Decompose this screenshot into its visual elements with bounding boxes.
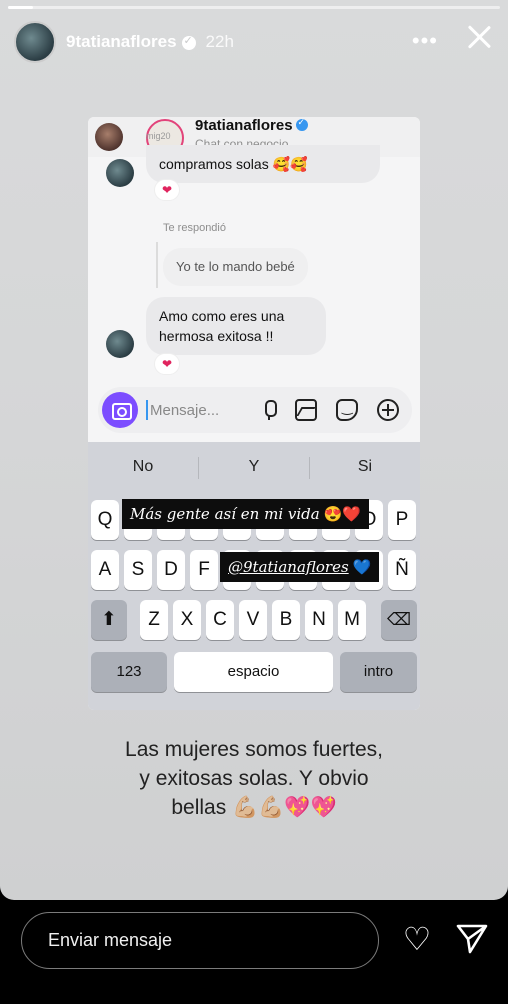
microphone-icon[interactable] bbox=[258, 399, 280, 421]
suggestion-y[interactable]: Y bbox=[199, 442, 309, 492]
caption-line: bellas 💪🏼💪🏼💖💖 bbox=[171, 796, 337, 819]
reply-bubble: Yo te lo mando bebé bbox=[163, 248, 308, 286]
text-sticker: Más gente así en mi vida 😍❤️ bbox=[122, 499, 370, 529]
avatar[interactable] bbox=[14, 21, 56, 63]
story-time: 22h bbox=[205, 32, 234, 51]
heart-icon[interactable]: ♡ bbox=[400, 922, 434, 956]
mention-text: @9tatianaflores bbox=[228, 558, 349, 576]
key-p[interactable]: P bbox=[388, 500, 416, 540]
message-input[interactable] bbox=[146, 400, 241, 420]
key-z[interactable]: Z bbox=[140, 600, 168, 640]
verified-badge-icon bbox=[181, 34, 196, 50]
caption-line: Las mujeres somos fuertes, bbox=[125, 738, 383, 761]
key-c[interactable]: C bbox=[206, 600, 234, 640]
gallery-icon[interactable] bbox=[295, 399, 317, 421]
chat-name-text: 9tatianaflores bbox=[195, 117, 293, 134]
story-progress-bar bbox=[8, 6, 500, 9]
key-x[interactable]: X bbox=[173, 600, 201, 640]
key-a[interactable]: A bbox=[91, 550, 119, 590]
key-q[interactable]: Q bbox=[91, 500, 119, 540]
reply-quote-line bbox=[156, 242, 158, 288]
more-options-icon[interactable]: ••• bbox=[412, 28, 438, 54]
key-ñ[interactable]: Ñ bbox=[388, 550, 416, 590]
heart-reaction-icon: ❤ bbox=[154, 179, 180, 201]
sender-avatar bbox=[95, 123, 123, 151]
key-b[interactable]: B bbox=[272, 600, 300, 640]
key-d[interactable]: D bbox=[157, 550, 185, 590]
sticker-icon[interactable] bbox=[336, 399, 358, 421]
story-username[interactable]: 9tatianaflores bbox=[66, 32, 177, 52]
story-header: 9tatianaflores 22h ••• bbox=[14, 20, 494, 64]
message-line: Amo como eres una bbox=[159, 308, 285, 324]
caption-line: y exitosas solas. Y obvio bbox=[139, 767, 369, 790]
numbers-key[interactable]: 123 bbox=[91, 652, 167, 692]
contact-avatar bbox=[106, 159, 134, 187]
sticker-text: Más gente así en mi vida bbox=[130, 505, 320, 523]
shift-key[interactable]: ⬆ bbox=[91, 600, 127, 640]
dm-screenshot: mig20 9tatianaflores Chat con negocio co… bbox=[88, 117, 420, 710]
message-bubble: Amo como eres una hermosa exitosa !! bbox=[146, 297, 326, 355]
suggestion-no[interactable]: No bbox=[88, 442, 198, 492]
replied-label: Te respondió bbox=[163, 222, 226, 234]
message-line: hermosa exitosa !! bbox=[159, 328, 274, 344]
chat-name: 9tatianaflores bbox=[195, 117, 308, 134]
contact-avatar bbox=[106, 330, 134, 358]
sticker-emoji: 💙 bbox=[352, 558, 372, 576]
story-progress-fill bbox=[8, 6, 33, 9]
key-m[interactable]: M bbox=[338, 600, 366, 640]
message-composer bbox=[98, 387, 412, 433]
story-caption: Las mujeres somos fuertes, y exitosas so… bbox=[60, 735, 448, 822]
space-key[interactable]: espacio bbox=[174, 652, 333, 692]
send-icon[interactable] bbox=[455, 922, 489, 956]
message-bubble: compramos solas 🥰🥰 bbox=[146, 145, 380, 183]
sticker-emoji: 😍❤️ bbox=[323, 505, 362, 523]
close-icon[interactable] bbox=[464, 22, 494, 52]
camera-icon[interactable] bbox=[102, 392, 138, 428]
keyboard: No Y Si QWERTYUIOP ASDFGHJKLÑ ZXCVBNM ⬆ … bbox=[88, 442, 420, 710]
send-message-input[interactable] bbox=[21, 912, 379, 969]
verified-badge-icon bbox=[295, 117, 308, 131]
plus-icon[interactable] bbox=[377, 399, 399, 421]
enter-key[interactable]: intro bbox=[340, 652, 417, 692]
key-s[interactable]: S bbox=[124, 550, 152, 590]
mention-sticker[interactable]: @9tatianaflores 💙 bbox=[220, 552, 380, 582]
key-n[interactable]: N bbox=[305, 600, 333, 640]
suggestion-si[interactable]: Si bbox=[310, 442, 420, 492]
key-v[interactable]: V bbox=[239, 600, 267, 640]
heart-reaction-icon: ❤ bbox=[154, 353, 180, 375]
key-f[interactable]: F bbox=[190, 550, 218, 590]
backspace-key[interactable]: ⌫ bbox=[381, 600, 417, 640]
story-frame: 9tatianaflores 22h ••• mig20 9tatianaflo… bbox=[0, 0, 508, 900]
ring-label: mig20 bbox=[146, 131, 171, 141]
